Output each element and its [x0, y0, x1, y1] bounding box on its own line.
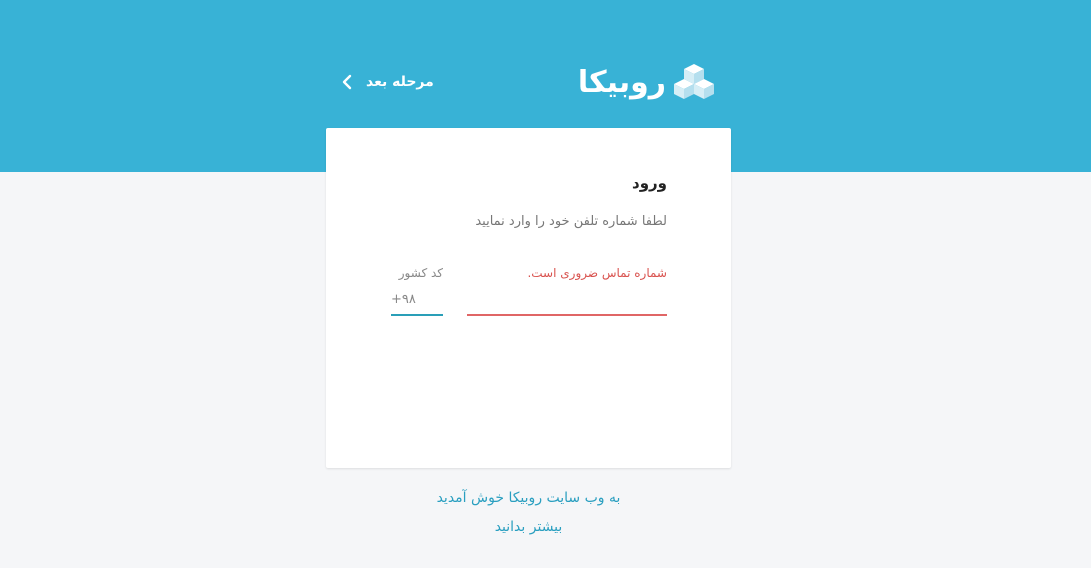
- phone-number-input[interactable]: [467, 284, 667, 316]
- chevron-left-icon: [342, 74, 352, 90]
- next-step-label: مرحله بعد: [366, 74, 434, 90]
- country-code-field: کد کشور: [391, 266, 443, 318]
- country-code-label: کد کشور: [398, 266, 443, 280]
- login-subtitle: لطفا شماره تلفن خود را وارد نمایید: [475, 214, 667, 229]
- logo: روبیکا: [578, 62, 716, 102]
- login-card: ورود لطفا شماره تلفن خود را وارد نمایید …: [326, 128, 731, 468]
- top-bar: مرحله بعد روبیکا: [330, 58, 730, 106]
- next-step-button[interactable]: مرحله بعد: [340, 70, 434, 94]
- logo-text: روبیکا: [577, 64, 666, 100]
- phone-number-field: شماره تماس ضروری است.: [467, 266, 667, 318]
- cube-icon: [674, 64, 714, 99]
- learn-more-link[interactable]: بیشتر بدانید: [326, 519, 731, 535]
- welcome-text: به وب سایت روبیکا خوش آمدید: [436, 490, 621, 506]
- country-code-input[interactable]: [391, 284, 443, 316]
- phone-error-message: شماره تماس ضروری است.: [527, 266, 667, 280]
- login-title: ورود: [632, 174, 667, 192]
